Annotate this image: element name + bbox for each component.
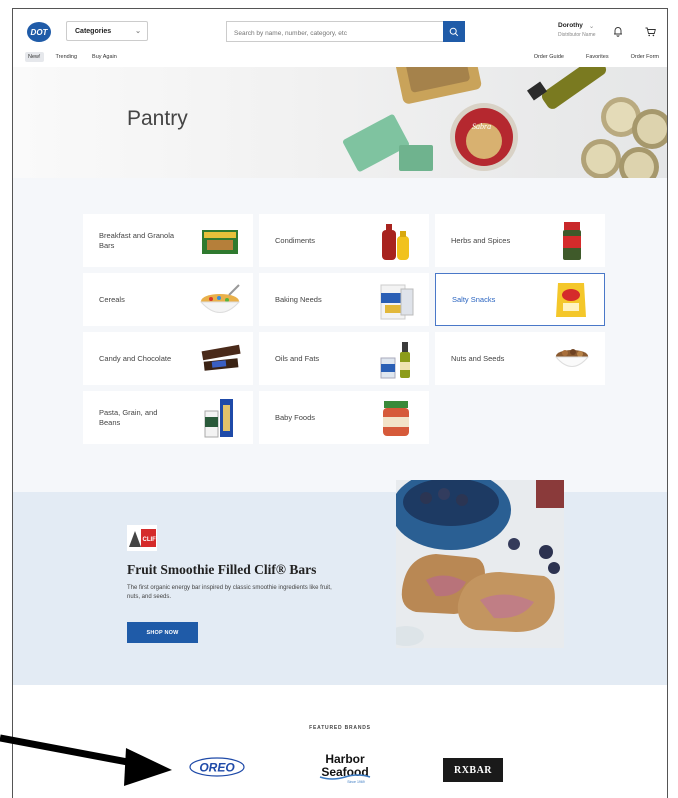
category-label: Cereals xyxy=(99,294,125,304)
spice-jar-icon xyxy=(563,221,581,260)
nav-new[interactable]: New! xyxy=(25,52,44,62)
chips-bag-icon xyxy=(556,282,586,317)
pantry-products-image: Sabra xyxy=(343,67,667,178)
search-input[interactable] xyxy=(227,24,444,43)
category-tile-oils-and-fats[interactable]: Oils and Fats xyxy=(259,332,429,385)
svg-text:OREO: OREO xyxy=(199,761,235,775)
ketchup-mustard-icon xyxy=(382,223,409,260)
category-tile-herbs-and-spices[interactable]: Herbs and Spices xyxy=(435,214,605,267)
candy-bar-icon xyxy=(201,344,241,371)
svg-text:Harbor: Harbor xyxy=(325,752,365,766)
category-tile-breakfast-and-granola-bars[interactable]: Breakfast and Granola Bars xyxy=(83,214,253,267)
category-tile-candy-and-chocolate[interactable]: Candy and Chocolate xyxy=(83,332,253,385)
nav-buy-again[interactable]: Buy Again xyxy=(89,52,120,62)
granola-bar-box-icon xyxy=(202,229,238,254)
user-name: Dorothy xyxy=(558,22,583,29)
category-label: Baking Needs xyxy=(275,294,322,304)
nav-order-form[interactable]: Order Form xyxy=(631,54,659,60)
cart-icon xyxy=(645,27,656,37)
clif-bar-promo: CLIF Fruit Smoothie Filled Clif® Bars Th… xyxy=(13,480,667,685)
category-label: Breakfast and Granola Bars xyxy=(99,230,175,250)
sub-navigation: New! Trending Buy Again Order Guide Favo… xyxy=(13,49,667,65)
logo-text: DOT xyxy=(30,27,48,37)
nav-trending[interactable]: Trending xyxy=(53,52,81,62)
chevron-down-icon: ⌄ xyxy=(135,28,141,35)
oil-bottle-icon xyxy=(380,341,410,378)
pasta-box-icon xyxy=(204,398,233,437)
search-button[interactable] xyxy=(443,21,465,42)
category-label: Oils and Fats xyxy=(275,353,320,363)
nuts-bowl-icon xyxy=(554,348,590,367)
category-label: Salty Snacks xyxy=(452,294,496,304)
dot-logo[interactable]: DOT xyxy=(27,22,51,42)
nav-favorites[interactable]: Favorites xyxy=(586,54,609,60)
notifications-button[interactable] xyxy=(613,24,623,42)
category-label: Candy and Chocolate xyxy=(99,353,172,363)
category-tile-nuts-and-seeds[interactable]: Nuts and Seeds xyxy=(435,332,605,385)
category-tile-salty-snacks[interactable]: Salty Snacks xyxy=(435,273,605,326)
category-tile-baking-needs[interactable]: Baking Needs xyxy=(259,273,429,326)
chevron-down-icon: ⌄ xyxy=(588,23,595,30)
shop-now-button[interactable]: SHOP NOW xyxy=(127,622,198,643)
rxbar-brand-logo[interactable]: RXBAR xyxy=(443,758,503,782)
categories-dropdown[interactable]: Categories ⌄ xyxy=(66,21,148,41)
annotation-arrow-icon xyxy=(0,734,172,786)
categories-label: Categories xyxy=(75,27,112,35)
category-label: Nuts and Seeds xyxy=(451,353,505,363)
bell-icon xyxy=(614,27,622,37)
cereal-bowl-icon xyxy=(199,283,241,313)
clif-logo: CLIF xyxy=(127,525,157,551)
page-frame: DOT Categories ⌄ Dorothy ⌄ Distributor Na… xyxy=(12,8,668,798)
page-title: Pantry xyxy=(127,107,188,130)
flour-bag-icon xyxy=(380,284,414,319)
category-tile-baby-foods[interactable]: Baby Foods xyxy=(259,391,429,444)
harbor-seafood-brand-logo[interactable]: HarborSeafoodSince 1969 xyxy=(316,751,374,785)
category-label: Pasta, Grain, and Beans xyxy=(99,407,158,427)
search-box xyxy=(226,21,464,43)
category-label: Baby Foods xyxy=(275,412,316,422)
svg-text:Sabra: Sabra xyxy=(472,122,491,131)
category-tile-condiments[interactable]: Condiments xyxy=(259,214,429,267)
category-label: Condiments xyxy=(275,235,316,245)
cart-button[interactable] xyxy=(645,24,656,42)
oreo-brand-logo[interactable]: OREO xyxy=(189,757,245,777)
svg-text:CLIF: CLIF xyxy=(143,537,157,543)
category-tile-cereals[interactable]: Cereals xyxy=(83,273,253,326)
distributor-name: Distributor Name xyxy=(558,32,596,38)
category-section: Breakfast and Granola Bars Condiments He… xyxy=(13,178,667,492)
promo-title: Fruit Smoothie Filled Clif® Bars xyxy=(127,562,317,577)
user-menu[interactable]: Dorothy ⌄ Distributor Name xyxy=(558,22,608,38)
nav-order-guide[interactable]: Order Guide xyxy=(534,54,564,60)
promo-description: The first organic energy bar inspired by… xyxy=(127,585,332,601)
category-tile-pasta-grain-and-beans[interactable]: Pasta, Grain, and Beans xyxy=(83,391,253,444)
svg-text:Since 1969: Since 1969 xyxy=(347,780,365,784)
baby-food-jar-icon xyxy=(383,400,409,436)
clif-bar-photo xyxy=(396,480,564,648)
pantry-hero-banner: Pantry Sabra xyxy=(13,67,667,178)
category-label: Herbs and Spices xyxy=(451,235,511,245)
search-icon xyxy=(449,27,459,36)
category-grid: Breakfast and Granola Bars Condiments He… xyxy=(83,214,605,444)
